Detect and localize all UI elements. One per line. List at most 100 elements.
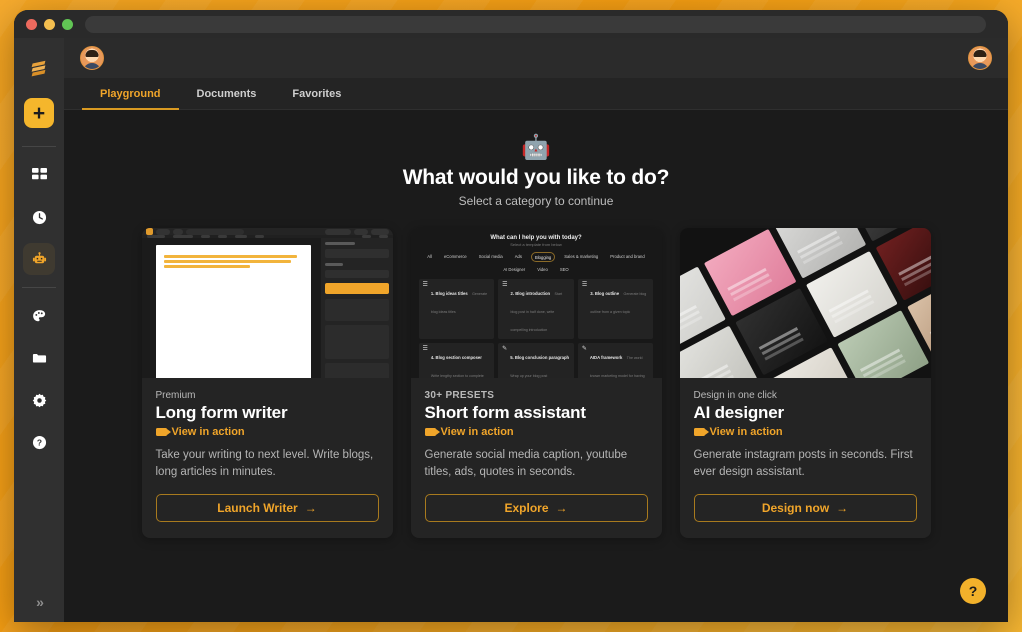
sidebar-item-designer[interactable] (23, 300, 55, 332)
chip-video: Video (537, 266, 548, 272)
design-now-button[interactable]: Design now → (693, 494, 917, 523)
list-icon: ☰ (502, 282, 508, 288)
page-subtitle: Select a category to continue (458, 194, 614, 208)
view-in-action-label: View in action (171, 426, 245, 438)
help-icon: ? (32, 435, 47, 450)
view-in-action-label: View in action (440, 426, 514, 438)
launch-writer-label: Launch Writer (217, 501, 298, 516)
card-short-form-assistant[interactable]: What can I help you with today? Select a… (410, 228, 662, 539)
tab-bar: Playground Documents Favorites (64, 78, 1008, 110)
card-description: Take your writing to next level. Write b… (155, 449, 374, 478)
traffic-lights (26, 18, 73, 30)
sidebar-item-recent[interactable] (23, 201, 55, 233)
chip-sales-marketing: Sales & marketing (564, 253, 599, 259)
card-kicker: 30+ PRESETS (424, 390, 495, 401)
preset-tile-desc: Wrap up your blog post (510, 374, 548, 378)
preset-preview-subtitle: Select a template from below (510, 242, 562, 247)
video-icon (424, 428, 440, 436)
help-fab[interactable]: ? (960, 578, 986, 604)
close-window-button[interactable] (26, 18, 37, 30)
tab-documents[interactable]: Documents (179, 78, 275, 109)
video-icon (693, 428, 709, 436)
video-icon (155, 428, 171, 436)
preset-tile-title: 5. Blog conclusion paragraph (510, 355, 570, 360)
avatar[interactable] (968, 46, 992, 70)
chip-all: All (427, 253, 432, 259)
sidebar-expand-button[interactable]: » (14, 594, 64, 610)
card-long-form-writer[interactable]: Premium Long form writer View in action … (141, 228, 393, 539)
chip-social-media: Social media (478, 253, 503, 259)
preset-tile-title: 4. Blog section composer (430, 355, 482, 360)
card-title: Short form assistant (424, 403, 587, 422)
tab-favorites[interactable]: Favorites (274, 78, 359, 109)
explore-button[interactable]: Explore → (424, 494, 648, 523)
app-logo-icon[interactable] (24, 54, 54, 84)
preset-tile-title: 3. Blog outline (590, 291, 620, 296)
card-body: Premium Long form writer View in action … (142, 378, 393, 538)
arrow-right-icon: → (304, 501, 317, 516)
minimize-window-button[interactable] (44, 18, 55, 30)
preset-tile-grid: ☰ 1. Blog ideas titles Generate blog ide… (418, 279, 654, 378)
design-now-label: Design now (761, 501, 830, 516)
sidebar-item-files[interactable] (23, 342, 55, 374)
preset-tile-desc: Write lengthy section to complete outlin… (430, 374, 484, 378)
preset-tile-desc: Start blog post in half done, write comp… (510, 292, 563, 332)
card-kicker: Premium (155, 390, 196, 401)
app-window: + ? » Playground Documents Favorites 🤖 W… (14, 10, 1008, 622)
sidebar-item-help[interactable]: ? (23, 426, 55, 458)
preset-category-chips: All eCommerce Social media Ads Blogging … (419, 252, 654, 273)
preset-grid-preview: What can I help you with today? Select a… (410, 228, 662, 378)
page-title: What would you like to do? (402, 166, 670, 189)
preset-tile: ☰ 2. Blog introduction Start blog post i… (498, 279, 574, 339)
card-description: Generate instagram posts in seconds. Fir… (693, 449, 913, 478)
tab-playground[interactable]: Playground (82, 78, 179, 110)
view-in-action-link[interactable]: View in action (693, 426, 917, 438)
avatar[interactable] (80, 46, 104, 70)
sidebar-item-ai-playground[interactable] (23, 243, 55, 275)
maximize-window-button[interactable] (62, 18, 73, 30)
chip-ecommerce: eCommerce (443, 253, 467, 259)
arrow-right-icon: → (555, 501, 568, 516)
preset-preview-title: What can I help you with today? (490, 235, 582, 241)
svg-text:?: ? (36, 437, 41, 447)
preset-tile: ☰ 4. Blog section composer Write lengthy… (418, 343, 495, 378)
sidebar-item-settings[interactable] (23, 384, 55, 416)
launch-writer-button[interactable]: Launch Writer → (155, 494, 379, 523)
card-description: Generate social media caption, youtube t… (424, 449, 628, 478)
preset-tile-title: AIDA framework (589, 355, 623, 360)
preset-tile: ☰ 1. Blog ideas titles Generate blog ide… (418, 279, 495, 339)
palette-icon (32, 309, 47, 324)
window-body: + ? » Playground Documents Favorites 🤖 W… (14, 38, 1008, 622)
playground-content: 🤖 What would you like to do? Select a ca… (64, 110, 1008, 622)
main-column: Playground Documents Favorites 🤖 What wo… (64, 38, 1008, 622)
robot-icon: 🤖 (521, 134, 551, 161)
sidebar-item-dashboard[interactable] (23, 159, 55, 191)
view-in-action-link[interactable]: View in action (155, 426, 379, 438)
card-ai-designer[interactable]: Design in one click AI designer View in … (679, 228, 931, 539)
card-title: Long form writer (155, 403, 288, 422)
list-icon: ☰ (422, 282, 428, 288)
card-title: AI designer (693, 403, 785, 422)
list-icon: ✎ (502, 346, 508, 352)
sidebar-divider-1 (22, 146, 56, 147)
robot-icon (32, 251, 47, 267)
grid-icon (31, 167, 47, 183)
left-sidebar: + ? » (14, 38, 64, 622)
address-bar[interactable] (85, 15, 986, 33)
card-kicker: Design in one click (693, 390, 777, 401)
new-item-button[interactable]: + (24, 98, 54, 128)
view-in-action-link[interactable]: View in action (424, 426, 648, 438)
category-card-list: Premium Long form writer View in action … (141, 228, 931, 539)
chip-ads: Ads (514, 253, 522, 259)
gear-icon (32, 393, 47, 408)
title-bar (14, 10, 1008, 38)
top-bar (64, 38, 1008, 78)
sidebar-divider-2 (22, 287, 56, 288)
view-in-action-label: View in action (709, 426, 783, 438)
list-icon: ☰ (581, 282, 588, 288)
card-body: 30+ PRESETS Short form assistant View in… (411, 378, 662, 538)
list-icon: ☰ (422, 346, 428, 352)
folder-icon (32, 351, 47, 366)
chip-product-and-brand: Product and brand (610, 253, 645, 259)
design-collage-preview (679, 228, 931, 378)
